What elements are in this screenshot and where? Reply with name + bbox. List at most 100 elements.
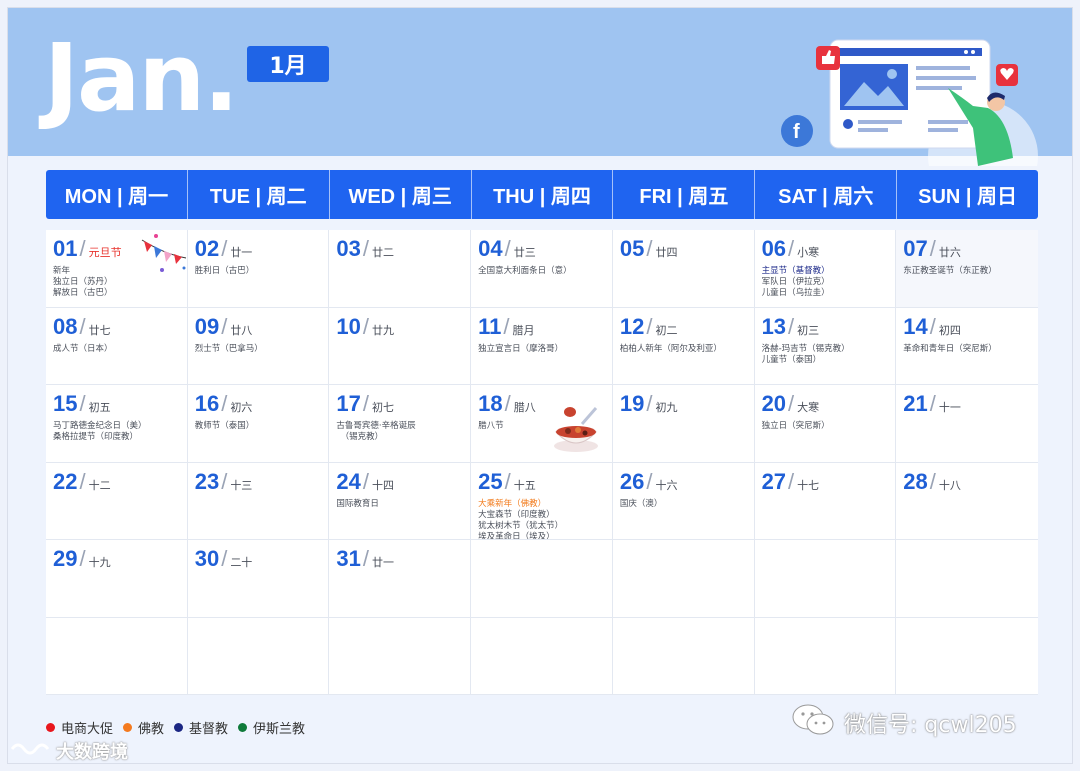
day-number: 19 (619, 391, 645, 416)
date-divider: / (221, 468, 228, 494)
date-line: 23/十三 (195, 467, 322, 493)
legend-item: 伊斯兰教 (238, 718, 305, 737)
date-divider: / (79, 391, 86, 416)
lunar-date: 二十 (230, 556, 253, 569)
day-cell: 28/十八 (896, 463, 1038, 540)
date-line: 26/十六 (620, 467, 747, 493)
date-line: 28/十八 (903, 467, 1031, 493)
lunar-date: 廿三 (513, 246, 536, 259)
day-cell: 09/廿八 烈士节（巴拿马） (187, 307, 330, 385)
day-number: 30 (194, 546, 220, 571)
day-cell: 23/十三 (187, 462, 330, 540)
lunar-date: 十八 (938, 478, 961, 492)
day-number: 11 (478, 313, 502, 339)
empty-cell (896, 618, 1038, 695)
event-label: 大宝森节（印度教） (478, 509, 555, 520)
date-divider: / (221, 313, 228, 339)
day-cell: 03/廿二 (329, 230, 472, 308)
date-line: 13/初三 (762, 312, 889, 338)
weekday-mon: MON | 周一 (46, 170, 188, 219)
lunar-date: 腊八 (513, 401, 536, 414)
event-label: 国际教育日 (336, 498, 379, 509)
lunar-date: 初二 (655, 323, 678, 337)
legend-item: 基督教 (174, 718, 228, 737)
laba-porridge-icon (554, 407, 598, 452)
day-cell: 10/廿九 (329, 307, 472, 385)
date-divider: / (362, 236, 370, 261)
day-number: 26 (619, 468, 645, 494)
date-divider: / (79, 236, 86, 261)
empty-cell (612, 540, 755, 618)
day-cell: 05/廿四 (612, 230, 755, 308)
watermark-right: 微信号: qcwl205 (790, 702, 1017, 744)
day-cell: 27/十七 (754, 462, 897, 540)
day-cell: 21/十一 (896, 385, 1038, 463)
day-cell: 22/十二 (46, 462, 188, 540)
day-number: 23 (194, 468, 220, 494)
date-divider: / (646, 468, 653, 494)
empty-cell (754, 540, 897, 618)
day-cell: 17/初七 古鲁哥宾德·辛格诞辰 （锡克教） (329, 385, 472, 463)
day-cell: 13/初三 洛赫-玛吉节（锡克教） 儿童节（泰国） (754, 307, 897, 385)
date-divider: / (929, 391, 936, 416)
legend-item: 电商大促 (46, 718, 113, 737)
date-line: 04/廿三 (478, 234, 605, 260)
day-number: 06 (761, 236, 787, 261)
day-number: 12 (619, 313, 645, 339)
day-number: 02 (194, 236, 220, 261)
lunar-date: 十五 (513, 478, 536, 492)
day-cell: 14/初四 革命和青年日（突尼斯） (896, 308, 1038, 385)
empty-cell (329, 617, 472, 695)
date-line: 29/十九 (53, 544, 180, 570)
date-divider: / (503, 313, 510, 339)
party-flags-icon (141, 234, 187, 272)
date-divider: / (221, 236, 228, 261)
day-number: 27 (761, 468, 787, 494)
event-label: 埃及革命日（埃及） (478, 531, 555, 540)
event-label: 桑格拉提节（印度教） (53, 432, 139, 442)
event-label: 犹太树木节（犹太节） (478, 520, 564, 531)
date-line: 15/初五 (53, 389, 180, 415)
lunar-date: 腊月 (512, 323, 535, 337)
day-number: 20 (761, 391, 787, 416)
date-divider: / (362, 391, 370, 416)
lunar-date: 初三 (797, 323, 820, 337)
date-divider: / (929, 236, 936, 261)
event-label: 柏柏人新年（阿尔及利亚） (619, 343, 722, 354)
date-line: 10/廿九 (336, 312, 463, 338)
lunar-date: 廿一 (372, 556, 395, 569)
day-cell: 30/二十 (187, 540, 330, 618)
empty-cell (896, 540, 1038, 618)
lunar-date: 小寒 (797, 246, 820, 259)
svg-text:f: f (793, 121, 800, 143)
date-line: 02/廿一 (195, 234, 322, 260)
legend-item: 佛教 (123, 718, 164, 737)
day-cell: 26/十六 国庆（澳） (612, 462, 755, 540)
day-cell: 11/腊月独立宣言日（摩洛哥） (471, 307, 613, 385)
lunar-date: 初九 (655, 401, 678, 414)
weekday-tue: TUE | 周二 (188, 170, 330, 219)
date-line: 07/廿六 (903, 234, 1031, 260)
lunar-date: 十七 (797, 478, 820, 492)
date-divider: / (362, 468, 370, 494)
event-label: 独立宣言日（摩洛哥） (478, 343, 564, 354)
event-label: 马丁路德金纪念日（美） (53, 421, 147, 431)
lunar-date: 十二 (88, 478, 111, 492)
day-number: 03 (336, 236, 361, 261)
day-cell: 07/廿六 东正教圣诞节（东正教） (896, 230, 1038, 308)
weekday-sun: SUN | 周日 (918, 186, 1018, 208)
day-cell: 15/初五马丁路德金纪念日（美） 桑格拉提节（印度教） (46, 385, 188, 463)
day-number: 05 (619, 236, 645, 261)
date-line: 25/十五 (478, 467, 605, 493)
day-cell: 16/初六 教师节（泰国） (187, 385, 330, 463)
date-line: 16/初六 (195, 389, 322, 415)
date-divider: / (79, 546, 86, 571)
day-number: 15 (53, 391, 78, 416)
event-label: （锡克教） (336, 432, 384, 442)
watermark-left: 大数跨境 (10, 738, 128, 764)
date-line: 27/十七 (762, 467, 889, 493)
lunar-date: 廿一 (230, 246, 253, 259)
day-cell: 31/廿一 (329, 540, 472, 618)
legend-label: 佛教 (138, 722, 165, 737)
weekday-wed: WED | 周三 (330, 170, 472, 219)
